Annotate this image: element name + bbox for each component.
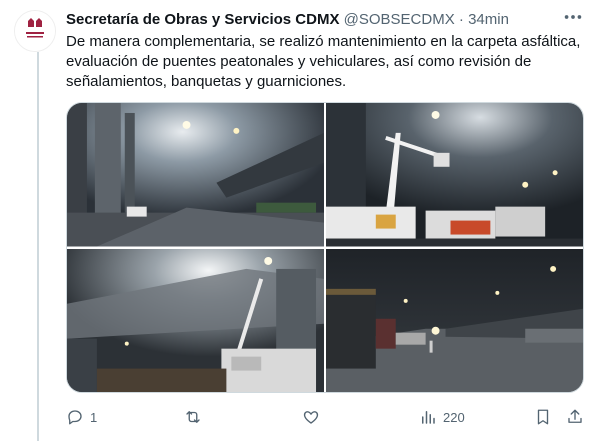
share-button[interactable] xyxy=(566,405,584,429)
timestamp[interactable]: 34min xyxy=(468,11,509,28)
retweet-icon xyxy=(186,411,200,423)
media-grid xyxy=(66,102,584,393)
views-count: 220 xyxy=(443,409,465,425)
photo-underpass-street[interactable] xyxy=(67,103,324,247)
bookmark-button[interactable] xyxy=(534,405,552,429)
views-button[interactable]: 220 xyxy=(419,405,465,429)
photo-crane-trucks[interactable] xyxy=(326,103,583,247)
photo-bridge-underside[interactable] xyxy=(67,248,324,392)
author-handle[interactable]: @SOBSECDMX xyxy=(344,11,455,28)
share-icon xyxy=(568,409,582,423)
views-bar-chart-icon xyxy=(422,411,435,424)
retweet-button[interactable] xyxy=(184,405,208,429)
reply-count: 1 xyxy=(90,409,98,425)
photo-night-avenue[interactable] xyxy=(326,248,583,392)
more-dots-icon xyxy=(564,15,582,19)
more-options-button[interactable] xyxy=(560,10,586,30)
author-name[interactable]: Secretaría de Obras y Servicios CDMX xyxy=(66,11,339,28)
reply-icon xyxy=(68,410,82,425)
avatar[interactable] xyxy=(14,10,56,52)
tweet-header: Secretaría de Obras y Servicios CDMX @SO… xyxy=(66,10,588,30)
tweet-text: De manera complementaria, se realizó man… xyxy=(66,33,581,90)
thread-line xyxy=(37,52,39,441)
bookmark-icon xyxy=(537,409,549,425)
cdmx-logo-icon xyxy=(15,11,55,51)
tweet-actions: 1 220 xyxy=(66,405,584,429)
reply-button[interactable]: 1 xyxy=(66,405,97,429)
heart-icon xyxy=(303,411,319,424)
like-button[interactable] xyxy=(302,405,326,429)
separator-dot: · xyxy=(458,11,464,28)
